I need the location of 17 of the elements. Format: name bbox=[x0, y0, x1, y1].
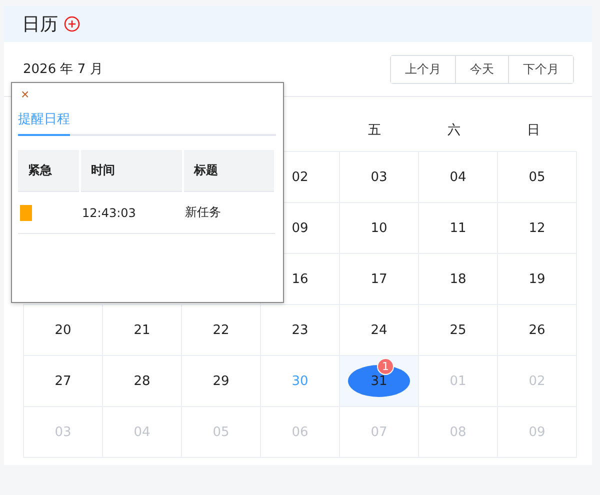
weekday-label: 日 bbox=[526, 122, 541, 140]
weekday-label: 六 bbox=[446, 122, 462, 140]
day-cell[interactable]: 20 bbox=[23, 304, 103, 356]
day-cell[interactable]: 05 bbox=[497, 151, 577, 203]
column-header: 时间 bbox=[80, 150, 183, 192]
month-label: 2026 年 7 月 bbox=[23, 61, 103, 78]
table-cell: 新任务 bbox=[183, 192, 275, 234]
page-title: 日历 bbox=[22, 13, 58, 36]
nav-button[interactable]: 下个月 bbox=[508, 56, 573, 82]
count-badge: 1 bbox=[377, 358, 394, 375]
column-header: 标题 bbox=[183, 150, 275, 192]
add-icon[interactable] bbox=[64, 16, 80, 32]
table-cell: 12:43:03 bbox=[80, 192, 183, 234]
day-cell[interactable]: 31 1 bbox=[339, 355, 419, 407]
close-button[interactable]: × bbox=[18, 84, 32, 104]
weekday-label: 五 bbox=[366, 122, 382, 140]
column-header: 紧急 bbox=[18, 150, 80, 192]
